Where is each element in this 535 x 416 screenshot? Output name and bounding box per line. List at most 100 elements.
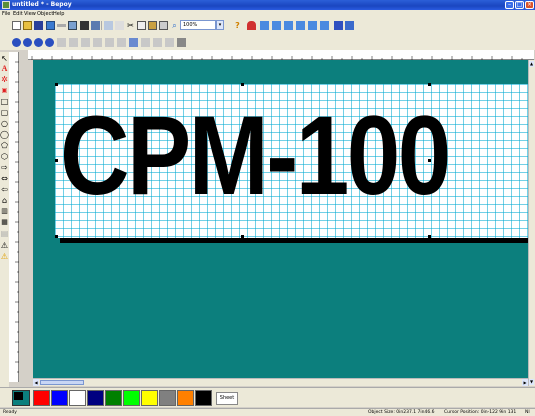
open-folder-icon[interactable]	[23, 21, 32, 30]
monitor-icon-3[interactable]	[284, 21, 293, 30]
help-icon[interactable]: ?	[233, 21, 242, 30]
menu-help[interactable]: Help	[53, 10, 64, 18]
new-file-icon[interactable]	[12, 21, 21, 30]
flag-icon[interactable]	[334, 21, 343, 30]
zoom-icon[interactable]: ⌕	[170, 21, 179, 30]
disabled-icon-2[interactable]	[69, 38, 78, 47]
color-swatch-black[interactable]	[195, 390, 212, 406]
horizontal-ruler	[28, 50, 534, 60]
arrow-right-icon[interactable]: ⇨	[0, 163, 9, 172]
monitor-icon-6[interactable]	[320, 21, 329, 30]
selection-handle[interactable]	[241, 235, 244, 238]
color-swatch-orange[interactable]	[177, 390, 194, 406]
image-icon[interactable]: ▤	[0, 229, 9, 238]
disabled-icon-9[interactable]	[165, 38, 174, 47]
import-icon[interactable]	[46, 21, 55, 30]
color-swatch-red[interactable]	[33, 390, 50, 406]
print-icon[interactable]	[91, 21, 100, 30]
color-swatch-navy[interactable]	[87, 390, 104, 406]
selection-handle[interactable]	[439, 159, 442, 162]
caution-icon[interactable]: ⚠	[0, 252, 9, 261]
monitor-icon[interactable]	[260, 21, 269, 30]
vertical-scrollbar[interactable]	[528, 60, 535, 386]
paste-icon[interactable]	[148, 21, 157, 30]
selection-handle[interactable]	[55, 83, 58, 86]
color-swatch-blue[interactable]	[51, 390, 68, 406]
shape-icon[interactable]: ⌂	[0, 196, 9, 205]
color-swatch-lime[interactable]	[123, 390, 140, 406]
print-red-icon[interactable]	[247, 21, 256, 30]
selection-handle[interactable]	[55, 159, 58, 162]
horizontal-scrollbar[interactable]	[33, 378, 528, 386]
color-swatch-green[interactable]	[105, 390, 122, 406]
scroll-left-icon[interactable]: ◀	[33, 379, 39, 386]
barcode-icon[interactable]: ▥	[0, 207, 9, 216]
rectangle-icon[interactable]: □	[0, 97, 9, 106]
monitor-icon-5[interactable]	[308, 21, 317, 30]
label-text-object[interactable]: CPM-100	[60, 96, 451, 216]
zoom-select[interactable]: 100%	[180, 20, 216, 30]
color-swatch-gray[interactable]	[159, 390, 176, 406]
disabled-icon-7[interactable]	[141, 38, 150, 47]
text-tool-icon[interactable]: A	[0, 64, 9, 73]
object-icon-1[interactable]	[12, 38, 21, 47]
disabled-icon-5[interactable]	[105, 38, 114, 47]
table-icon[interactable]: ▦	[0, 218, 9, 227]
box-text-icon[interactable]: ▣	[0, 86, 9, 95]
disabled-icon-3[interactable]	[81, 38, 90, 47]
maximize-button[interactable]: □	[515, 1, 524, 9]
scroll-up-icon[interactable]: ▲	[529, 61, 534, 67]
selection-handle[interactable]	[428, 235, 431, 238]
color-swatch-yellow[interactable]	[141, 390, 158, 406]
object-icon-4[interactable]	[45, 38, 54, 47]
disabled-icon-6[interactable]	[117, 38, 126, 47]
monitor-icon-4[interactable]	[296, 21, 305, 30]
grid-icon[interactable]	[177, 38, 186, 47]
save-icon[interactable]	[34, 21, 43, 30]
arrow-double-icon[interactable]: ⇔	[0, 174, 9, 183]
sheet-tab[interactable]: Sheet	[216, 392, 238, 405]
disabled-icon-4[interactable]	[93, 38, 102, 47]
scroll-down-icon[interactable]: ▼	[529, 379, 534, 385]
status-bar: Ready Object Size: 0in237.1 7in46.6 Curs…	[0, 408, 535, 416]
ellipse-icon[interactable]: ○	[0, 119, 9, 128]
settings-icon[interactable]	[104, 21, 113, 30]
menu-file[interactable]: File	[2, 10, 10, 18]
menu-edit[interactable]: Edit	[13, 10, 23, 18]
selection-handle[interactable]	[241, 83, 244, 86]
pointer-icon[interactable]: ↖	[0, 54, 9, 63]
object-icon-2[interactable]	[23, 38, 32, 47]
horizontal-scroll-thumb[interactable]	[40, 380, 84, 385]
chevron-down-icon[interactable]: ▾	[216, 20, 224, 30]
rotate-icon[interactable]	[129, 38, 138, 47]
object-icon-3[interactable]	[34, 38, 43, 47]
polygon-icon[interactable]: ⬠	[0, 141, 9, 150]
disabled-icon-8[interactable]	[153, 38, 162, 47]
preview-icon[interactable]	[68, 21, 77, 30]
menu-object[interactable]: Object	[37, 10, 53, 18]
copy-icon[interactable]	[137, 21, 146, 30]
undo-icon[interactable]	[115, 21, 124, 30]
color-swatch-white[interactable]	[69, 390, 86, 406]
curve-text-icon[interactable]: ✲	[0, 75, 9, 84]
current-color-indicator[interactable]	[12, 390, 30, 406]
line-tool-icon[interactable]	[57, 24, 66, 27]
rounded-rect-icon[interactable]: ▢	[0, 108, 9, 117]
scroll-right-icon[interactable]: ▶	[522, 379, 528, 386]
arrow-left-icon[interactable]: ⇦	[0, 185, 9, 194]
close-button[interactable]: ×	[525, 1, 534, 9]
selection-handle[interactable]	[55, 235, 58, 238]
device-icon[interactable]	[345, 21, 354, 30]
tools-icon[interactable]	[80, 21, 89, 30]
warning-icon[interactable]: ⚠	[0, 241, 9, 250]
hexagon-icon[interactable]: ⬡	[0, 152, 9, 161]
properties-icon[interactable]	[159, 21, 168, 30]
circle-icon[interactable]: ◯	[0, 130, 9, 139]
minimize-button[interactable]: –	[505, 1, 514, 9]
selection-handle[interactable]	[428, 159, 431, 162]
menu-view[interactable]: View	[24, 10, 36, 18]
cut-icon[interactable]: ✂	[126, 21, 135, 30]
monitor-icon-2[interactable]	[272, 21, 281, 30]
selection-handle[interactable]	[428, 83, 431, 86]
disabled-icon-1[interactable]	[57, 38, 66, 47]
